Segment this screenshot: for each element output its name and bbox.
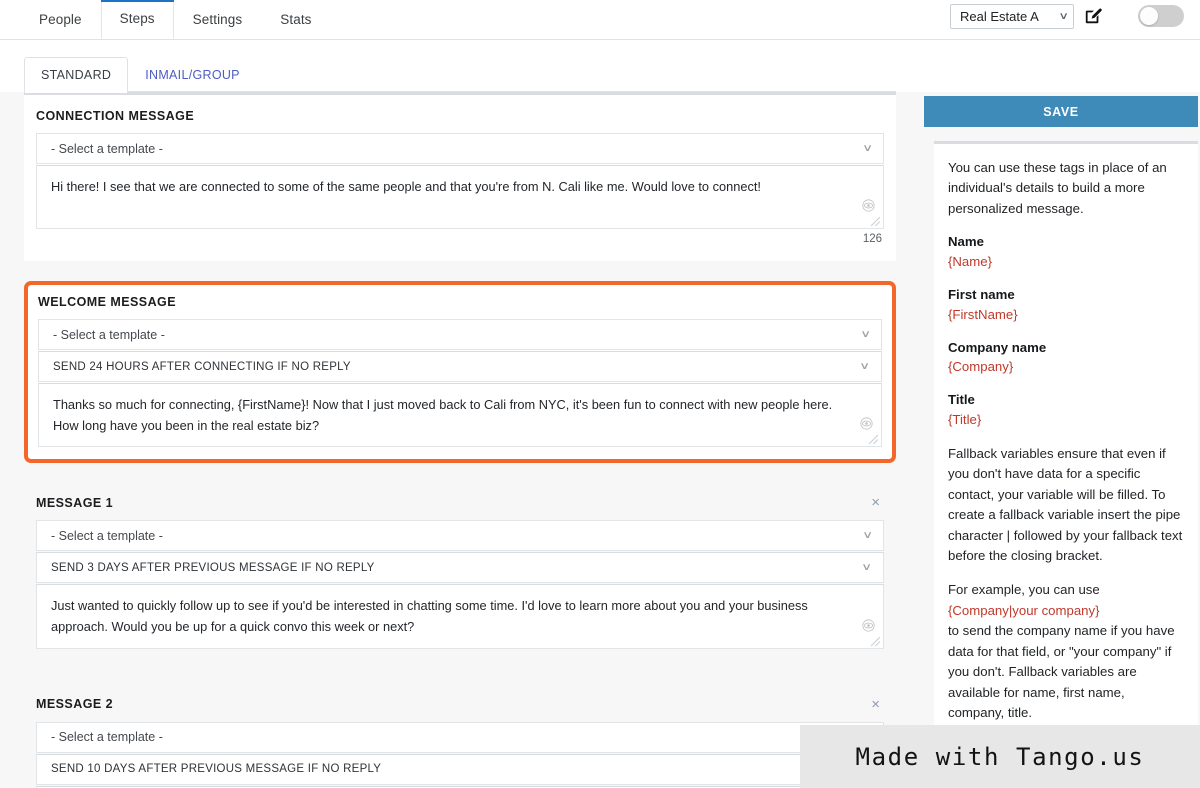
message1-timing-value: SEND 3 DAYS AFTER PREVIOUS MESSAGE IF NO… [51,561,375,574]
tab-people[interactable]: People [20,0,101,39]
message2-template-select[interactable]: - Select a template - ∨ [36,721,884,753]
welcome-timing-value: SEND 24 HOURS AFTER CONNECTING IF NO REP… [53,360,351,373]
sidebar-panel: SAVE You can use these tags in place of … [920,92,1200,788]
chevron-down-icon: ∨ [859,361,871,372]
subtab-standard-label: STANDARD [41,68,112,82]
top-tab-list: People Steps Settings Stats [0,0,331,39]
save-button[interactable]: SAVE [924,96,1198,127]
tab-steps-label: Steps [119,11,155,26]
fallback-example-tag: {Company|your company} [948,602,1100,618]
subtab-standard[interactable]: STANDARD [24,57,129,93]
chevron-down-icon: ∨ [861,530,873,542]
tag-title-label: Title [948,392,975,408]
tags-intro-text: You can use these tags in place of an in… [948,160,1167,216]
chevron-down-icon: ∨ [861,562,873,574]
tags-help-card: You can use these tags in place of an in… [934,141,1198,740]
top-bar-controls: Real Estate A ∨ [950,0,1200,39]
connection-section-header: CONNECTION MESSAGE [36,109,884,123]
section-connection-message: CONNECTION MESSAGE - Select a template -… [24,92,896,261]
chevron-down-icon: ∨ [861,143,873,154]
message2-timing-value: SEND 10 DAYS AFTER PREVIOUS MESSAGE IF N… [51,763,382,776]
fallback-example-lead: For example, you can use [948,582,1100,598]
fallback-example-tail: to send the company name if you have dat… [948,623,1175,721]
message1-timing-select[interactable]: SEND 3 DAYS AFTER PREVIOUS MESSAGE IF NO… [36,552,884,584]
campaign-active-toggle[interactable] [1138,5,1184,27]
welcome-message-textarea[interactable]: Thanks so much for connecting, {FirstNam… [38,383,882,448]
welcome-section-header: WELCOME MESSAGE [38,295,882,309]
top-tab-bar: People Steps Settings Stats Real Estate … [0,0,1200,40]
connection-message-textarea[interactable]: Hi there! I see that we are connected to… [36,165,884,229]
message1-textarea[interactable]: Just wanted to quickly follow up to see … [36,584,884,649]
subtab-inmail-group[interactable]: INMAIL/GROUP [128,56,257,92]
steps-panel: CONNECTION MESSAGE - Select a template -… [0,92,920,788]
message1-section-title: MESSAGE 1 [36,495,113,510]
message2-section-header: MESSAGE 2 × [36,697,884,712]
subtab-inmail-group-label: INMAIL/GROUP [145,67,240,82]
resize-grip-icon[interactable] [870,216,881,227]
message1-section-header: MESSAGE 1 × [36,495,884,510]
tab-stats-label: Stats [280,11,312,27]
connection-section-title: CONNECTION MESSAGE [36,109,195,123]
tag-company-label: Company name [948,339,1047,355]
message1-remove-button[interactable]: × [867,495,884,510]
welcome-section-title: WELCOME MESSAGE [38,295,177,309]
tag-item-name: Name {Name} [948,232,1184,272]
tag-item-company-name: Company name {Company} [948,338,1184,378]
connection-template-value: - Select a template - [51,141,163,156]
tag-item-first-name: First name {FirstName} [948,285,1184,325]
message2-remove-button[interactable]: × [867,697,884,712]
section-message-2: MESSAGE 2 × - Select a template - ∨ SEND… [24,683,896,788]
message2-section-title: MESSAGE 2 [36,697,113,712]
resize-grip-icon[interactable] [868,434,879,445]
eye-preview-icon[interactable] [862,199,875,212]
message1-text: Just wanted to quickly follow up to see … [51,598,808,635]
welcome-timing-select[interactable]: SEND 24 HOURS AFTER CONNECTING IF NO REP… [38,351,882,382]
tag-name-label: Name [948,234,984,250]
tab-settings-label: Settings [192,11,243,27]
message1-template-value: - Select a template - [51,528,163,543]
section-welcome-message: WELCOME MESSAGE - Select a template - ∨ … [24,281,896,464]
tab-settings[interactable]: Settings [174,0,262,39]
message2-timing-select[interactable]: SEND 10 DAYS AFTER PREVIOUS MESSAGE IF N… [36,753,884,785]
tab-stats[interactable]: Stats [261,0,330,39]
message1-template-select[interactable]: - Select a template - ∨ [36,520,884,552]
connection-char-count: 126 [862,233,882,245]
message2-template-value: - Select a template - [51,730,163,745]
tag-first-name-label: First name [948,286,1015,302]
welcome-message-text: Thanks so much for connecting, {FirstNam… [53,397,833,433]
welcome-template-value: - Select a template - [53,327,165,342]
sub-tab-bar: STANDARD INMAIL/GROUP [0,40,920,93]
chevron-down-icon: ∨ [1058,10,1069,22]
app-root: People Steps Settings Stats Real Estate … [0,0,1200,788]
toggle-knob [1140,7,1158,25]
tag-first-name-value: {FirstName} [948,306,1018,322]
tab-people-label: People [39,11,82,27]
tab-steps[interactable]: Steps [100,0,174,39]
section-message-1: MESSAGE 1 × - Select a template - ∨ SEND… [24,481,896,662]
connection-template-select[interactable]: - Select a template - ∨ [36,133,884,164]
edit-pencil-icon[interactable] [1084,7,1102,25]
campaign-select[interactable]: Real Estate A ∨ [950,3,1074,29]
eye-preview-icon[interactable] [862,619,875,632]
tango-watermark-text: Made with Tango.us [855,742,1145,771]
fallback-example: For example, you can use {Company|your c… [948,580,1184,723]
connection-message-text: Hi there! I see that we are connected to… [51,179,761,194]
tango-watermark: Made with Tango.us [800,725,1200,788]
campaign-select-value: Real Estate A [960,8,1039,24]
resize-grip-icon[interactable] [870,636,881,647]
tag-company-value: {Company} [948,359,1014,375]
tag-name-value: {Name} [948,254,992,270]
eye-preview-icon[interactable] [860,417,873,431]
tag-title-value: {Title} [948,411,982,427]
tag-item-title: Title {Title} [948,390,1184,430]
welcome-template-select[interactable]: - Select a template - ∨ [38,319,882,350]
chevron-down-icon: ∨ [859,329,871,340]
fallback-description: Fallback variables ensure that even if y… [948,445,1183,563]
